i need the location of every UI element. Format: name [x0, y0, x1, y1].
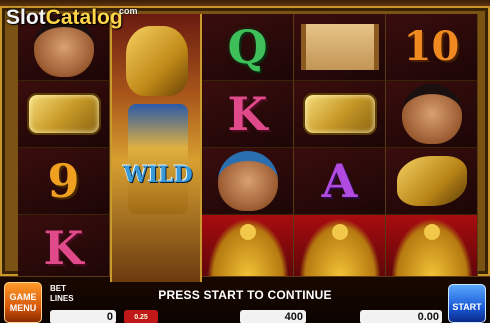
ten-symbol: 10 — [403, 23, 460, 70]
wild-label: WILD — [123, 162, 193, 188]
reel-frame: Q 10 K 9 A K WILD — [0, 6, 490, 282]
reel-cell-nine: 9 — [18, 148, 110, 215]
watermark-suffix: com — [119, 6, 138, 16]
horus-body-icon — [128, 104, 188, 214]
gold-plate-symbol — [302, 93, 377, 135]
lines-value-field: 0 — [50, 310, 116, 323]
isis-symbol — [298, 218, 381, 278]
lines-label: LINES — [50, 294, 74, 303]
watermark-brand: Slot — [6, 6, 46, 29]
bet-lines-label: BET LINES — [50, 284, 74, 304]
status-message: PRESS START TO CONTINUE — [158, 288, 332, 302]
nine-symbol: 9 — [47, 154, 80, 208]
reel-cell-ten: 10 — [386, 14, 478, 81]
reel-grid: Q 10 K 9 A K — [18, 14, 478, 282]
letter-k-symbol: K — [43, 221, 84, 275]
credit-value-field: 400 — [240, 310, 306, 323]
letter-k-symbol: K — [227, 87, 268, 141]
bet-value-button[interactable]: 0.25 — [124, 310, 158, 323]
reel-cell-a: A — [294, 148, 386, 215]
isis-symbol — [390, 218, 473, 278]
game-menu-button[interactable]: GAME MENU — [4, 282, 42, 323]
reel-cell-pharaoh — [202, 148, 294, 215]
reel-cell-isis — [202, 215, 294, 282]
reel-cell-q: Q — [202, 14, 294, 81]
letter-a-symbol: A — [321, 154, 358, 208]
reel-cell-eagle — [386, 148, 478, 215]
reel-cell-plate — [294, 81, 386, 148]
reel-cell-scroll — [294, 14, 386, 81]
watermark-logo: SlotCatalog — [6, 6, 123, 30]
win-value-field: 0.00 — [360, 310, 442, 323]
papyrus-scroll-symbol — [300, 24, 379, 70]
horus-head-icon — [126, 26, 188, 96]
horus-wild-symbol: WILD — [110, 14, 202, 282]
eagle-symbol — [396, 156, 467, 206]
gold-plate-symbol — [26, 93, 101, 135]
goddess-symbol — [401, 84, 462, 144]
letter-q-symbol: Q — [227, 20, 268, 74]
reel-cell-isis — [386, 215, 478, 282]
reel-cell-goddess — [386, 81, 478, 148]
reel-cell-k: K — [202, 81, 294, 148]
reel-cell-isis — [294, 215, 386, 282]
watermark-brand-accent: Catalog — [45, 6, 123, 29]
pharaoh-symbol — [217, 151, 278, 211]
start-button[interactable]: START — [448, 284, 486, 323]
reel-cell-plate — [18, 81, 110, 148]
reel-cell-k: K — [18, 215, 110, 282]
isis-symbol — [206, 218, 289, 278]
bet-label: BET — [50, 284, 66, 293]
